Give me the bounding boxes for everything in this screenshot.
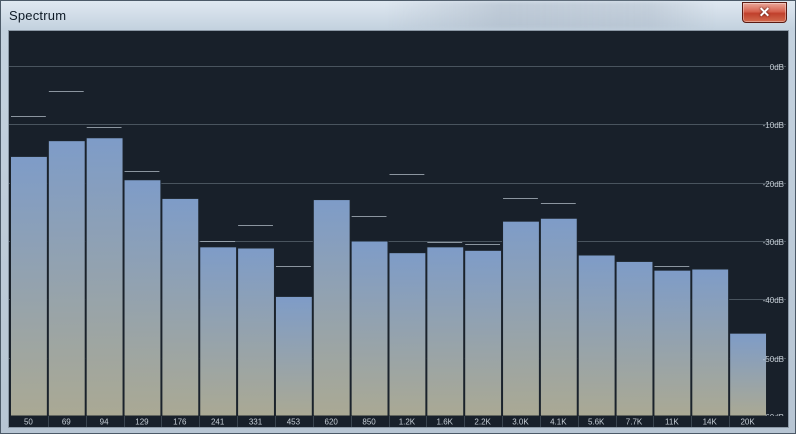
- x-tick-label: 331: [249, 418, 263, 427]
- spectrum-bar: [85, 137, 124, 417]
- x-tick-label: 69: [62, 418, 71, 427]
- x-tick-label: 4.1K: [550, 418, 567, 427]
- spectrum-bar: [199, 246, 238, 417]
- spectrum-bar: [10, 155, 48, 417]
- x-tick-label: 129: [135, 418, 149, 427]
- x-tick-label: 20K: [740, 418, 755, 427]
- spectrum-bar: [729, 332, 768, 417]
- y-tick-label: -40dB: [763, 296, 784, 305]
- spectrum-window: Spectrum ✕ 0dB-10dB-20dB-30dB-40dB-50dB-…: [0, 0, 796, 434]
- spectrum-bar: [274, 295, 313, 417]
- spectrum-bar: [388, 252, 427, 417]
- spectrum-bar: [502, 220, 540, 417]
- spectrum-bar: [47, 140, 86, 417]
- x-tick-label: 7.7K: [626, 418, 643, 427]
- y-tick-label: 0dB: [770, 63, 784, 72]
- y-tick-label: -30dB: [763, 238, 784, 247]
- close-icon[interactable]: ✕: [743, 3, 786, 22]
- spectrum-bar: [161, 197, 200, 417]
- x-tick-label: 94: [100, 418, 109, 427]
- x-tick-label: 5.6K: [588, 418, 605, 427]
- title-bar[interactable]: Spectrum ✕: [1, 1, 795, 29]
- spectrum-plot: 0dB-10dB-20dB-30dB-40dB-50dB-60dB5069941…: [8, 30, 789, 428]
- spectrum-bar: [577, 254, 616, 417]
- y-tick-label: -10dB: [763, 121, 784, 130]
- x-tick-label: 3.0K: [512, 418, 529, 427]
- x-tick-label: 1.6K: [437, 418, 454, 427]
- spectrum-bar: [123, 179, 162, 417]
- x-tick-label: 2.2K: [474, 418, 491, 427]
- spectrum-chart: 0dB-10dB-20dB-30dB-40dB-50dB-60dB5069941…: [9, 63, 788, 427]
- x-tick-label: 241: [211, 418, 225, 427]
- x-tick-label: 850: [362, 418, 376, 427]
- spectrum-bar: [615, 260, 654, 417]
- x-tick-label: 11K: [665, 418, 679, 427]
- x-tick-label: 620: [325, 418, 339, 427]
- x-tick-label: 1.2K: [399, 418, 416, 427]
- x-tick-label: 14K: [703, 418, 718, 427]
- close-button[interactable]: ✕: [742, 2, 787, 23]
- y-tick-label: -50dB: [763, 355, 784, 364]
- spectrum-bar: [539, 217, 578, 417]
- x-tick-label: 176: [173, 418, 187, 427]
- spectrum-bar: [464, 249, 503, 417]
- y-tick-label: -20dB: [763, 180, 784, 189]
- spectrum-bar: [653, 269, 692, 417]
- spectrum-bar: [237, 247, 275, 417]
- x-tick-label: 453: [287, 418, 301, 427]
- title-bar-glass: [386, 1, 716, 29]
- spectrum-bar: [691, 268, 730, 417]
- spectrum-bar: [426, 246, 465, 417]
- spectrum-bar: [350, 240, 389, 417]
- spectrum-bar: [312, 199, 351, 417]
- x-tick-label: 50: [24, 418, 33, 427]
- window-title: Spectrum: [9, 8, 67, 23]
